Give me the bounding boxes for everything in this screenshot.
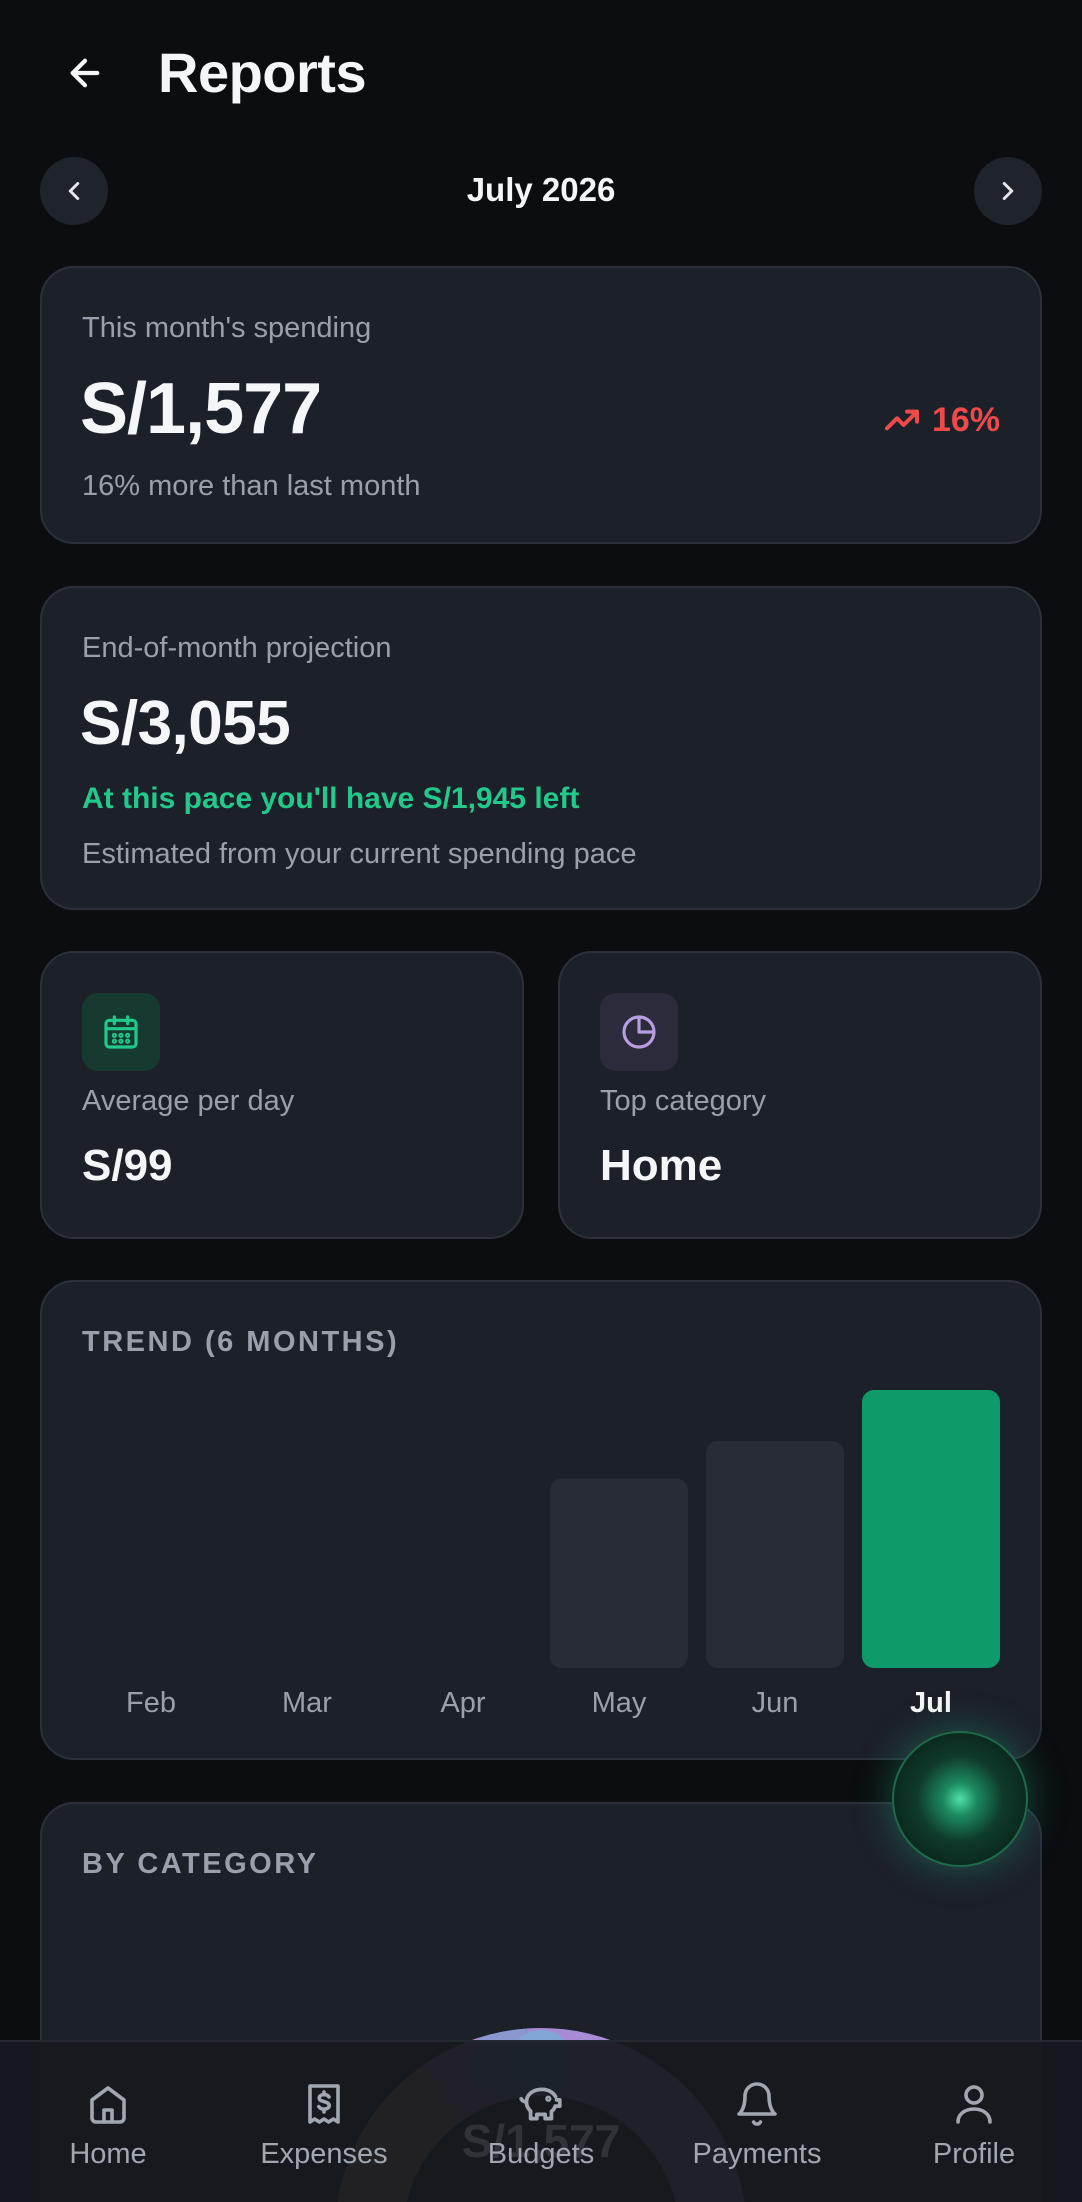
back-button[interactable] <box>50 38 120 108</box>
pie-chart-icon <box>622 1015 656 1049</box>
bell-icon <box>737 2082 777 2126</box>
nav-label-home: Home <box>69 2138 147 2170</box>
receipt-icon <box>308 2084 340 2124</box>
trend-bar-jun <box>706 1441 844 1668</box>
trend-label-feb: Feb <box>126 1687 176 1719</box>
projection-label: End-of-month projection <box>82 632 392 664</box>
nav-item-expenses[interactable]: Expenses <box>216 2042 432 2202</box>
projection-remaining-note: At this pace you'll have S/1,945 left <box>82 782 580 815</box>
chevron-right-icon <box>1002 182 1014 200</box>
trend-label-may: May <box>592 1687 647 1719</box>
nav-item-home[interactable]: Home <box>0 2042 216 2202</box>
monthly-spending-card: This month's spending S/1,577 16% 16% mo… <box>40 266 1042 544</box>
spending-amount: S/1,577 <box>80 369 322 449</box>
average-per-day-label: Average per day <box>82 1085 295 1117</box>
nav-item-budgets[interactable]: Budgets <box>433 2042 649 2202</box>
next-month-button[interactable] <box>974 157 1042 225</box>
top-category-label: Top category <box>600 1085 767 1117</box>
nav-label-budgets: Budgets <box>487 2138 595 2170</box>
projection-amount: S/3,055 <box>80 689 291 758</box>
spending-label: This month's spending <box>82 312 372 344</box>
trend-label-apr: Apr <box>440 1687 485 1719</box>
spending-change-value: 16% <box>931 400 1000 439</box>
trend-chart-card: TREND (6 MONTHS) Feb Mar Apr May Jun Jul <box>40 1280 1042 1760</box>
current-month-label: July 2026 <box>466 171 616 208</box>
nav-item-profile[interactable]: Profile <box>866 2042 1082 2202</box>
trending-up-icon <box>884 409 919 431</box>
page-title: Reports <box>158 41 367 104</box>
nav-label-profile: Profile <box>932 2138 1016 2170</box>
projection-explanation: Estimated from your current spending pac… <box>82 838 637 870</box>
piggy-bank-icon <box>519 2087 562 2121</box>
top-bar: Reports <box>0 0 1082 150</box>
reports-screen: Reports July 2026 This month's spending … <box>0 0 1082 2202</box>
assistant-fab-button[interactable] <box>892 1731 1028 1867</box>
trend-bar-chart: Feb Mar Apr May Jun Jul <box>126 1390 1000 1719</box>
user-icon <box>956 2085 992 2124</box>
top-category-card: Top category Home <box>558 951 1042 1239</box>
arrow-left-icon <box>70 58 100 88</box>
nav-item-payments[interactable]: Payments <box>649 2042 865 2202</box>
nav-label-expenses: Expenses <box>260 2138 388 2170</box>
month-selector: July 2026 <box>40 157 1042 225</box>
home-icon <box>90 2086 126 2124</box>
calendar-icon <box>104 1015 138 1049</box>
trend-label-jun: Jun <box>752 1687 799 1719</box>
trend-bar-may <box>550 1478 688 1668</box>
spending-comparison: 16% more than last month <box>82 470 421 502</box>
trend-label-jul: Jul <box>910 1687 952 1719</box>
bottom-navigation: Home Expenses Budgets Payments Profile <box>0 2040 1082 2202</box>
projection-card: End-of-month projection S/3,055 At this … <box>40 586 1042 910</box>
pie-chart-icon-tile <box>600 993 678 1071</box>
trend-label-mar: Mar <box>282 1687 332 1719</box>
top-category-value: Home <box>600 1141 723 1190</box>
calendar-icon-tile <box>82 993 160 1071</box>
trend-bar-jul <box>862 1390 1000 1668</box>
spending-change-badge: 16% <box>882 400 1000 440</box>
nav-label-payments: Payments <box>692 2138 822 2170</box>
average-per-day-value: S/99 <box>82 1141 173 1190</box>
average-per-day-card: Average per day S/99 <box>40 951 524 1239</box>
